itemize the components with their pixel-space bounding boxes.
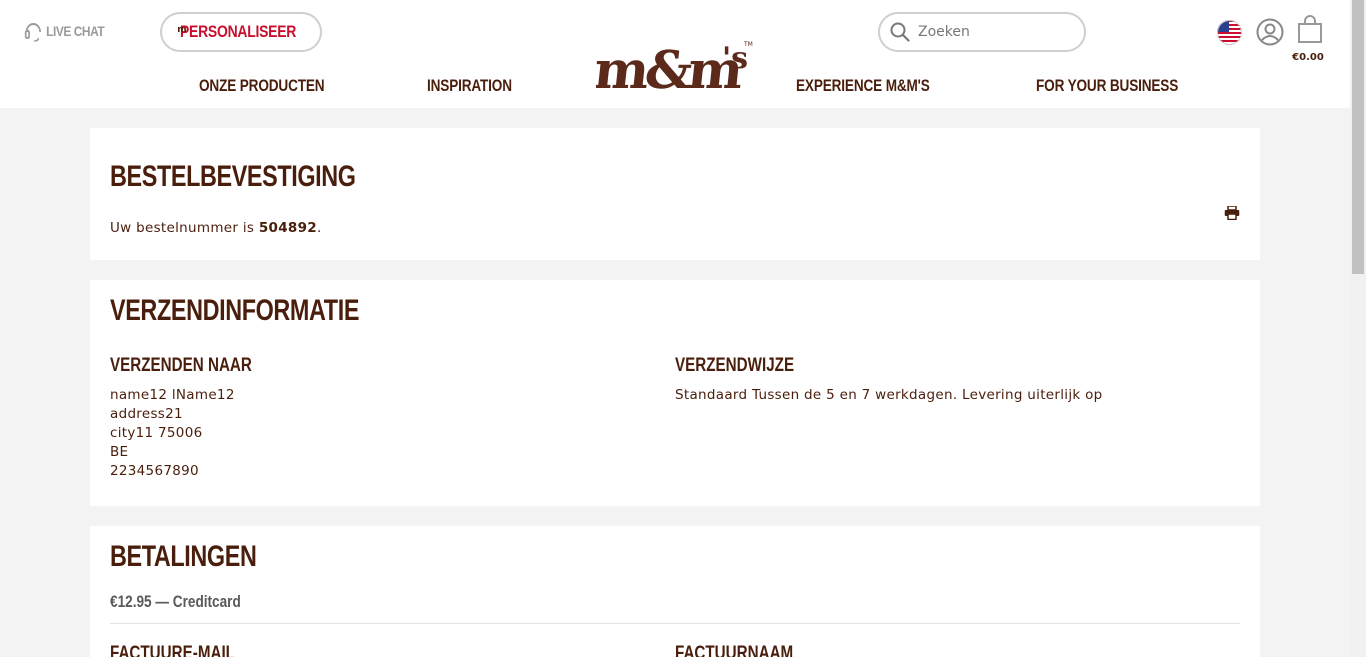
order-number: 504892 — [258, 220, 317, 236]
order-confirmation-card: BESTELBEVESTIGING Uw bestelnummer is 504… — [90, 128, 1260, 260]
site-header: LIVE CHAT m PERSONALISEER m&m 's TM Zoek… — [0, 0, 1350, 108]
ship-to-heading: VERZENDEN NAAR — [110, 355, 252, 376]
page-scrollbar-thumb[interactable] — [1352, 0, 1364, 274]
order-number-text: Uw bestelnummer is 504892. — [110, 219, 322, 238]
ship-to-country: BE — [110, 444, 129, 460]
order-number-prefix: Uw bestelnummer is — [110, 220, 259, 236]
ship-to-address: address21 — [110, 406, 183, 422]
shipping-method-heading: VERZENDWIJZE — [675, 355, 795, 376]
payments-divider — [110, 623, 1240, 624]
badge-letter: m — [177, 25, 187, 35]
live-chat-link[interactable]: LIVE CHAT — [24, 20, 105, 42]
billing-email-heading: FACTUURE-MAIL — [110, 643, 235, 657]
us-flag-icon[interactable] — [1217, 20, 1242, 45]
mms-logo[interactable]: m&m 's TM — [596, 34, 754, 98]
payment-method: Creditcard — [172, 592, 241, 611]
payment-line: €12.95 — Creditcard — [110, 592, 241, 612]
order-number-suffix: . — [316, 220, 322, 236]
svg-text:TM: TM — [743, 41, 753, 48]
shipping-title: VERZENDINFORMATIE — [110, 294, 360, 327]
shopping-bag-icon[interactable] — [1297, 14, 1323, 44]
nav-experience-mms[interactable]: EXPERIENCE M&M'S — [796, 76, 930, 96]
nav-inspiration[interactable]: INSPIRATION — [427, 76, 512, 96]
payment-separator: — — [151, 592, 173, 611]
payments-card: BETALINGEN €12.95 — Creditcard FACTUURE-… — [90, 526, 1260, 657]
confirmation-title: BESTELBEVESTIGING — [110, 160, 356, 193]
search-input[interactable] — [918, 24, 1068, 40]
ship-to-city: city11 75006 — [110, 425, 203, 441]
ship-to-phone: 2234567890 — [110, 463, 199, 479]
search-icon — [890, 22, 910, 42]
live-chat-label: LIVE CHAT — [46, 23, 105, 39]
headset-icon — [24, 23, 41, 42]
personalize-label: PERSONALISEER — [180, 22, 297, 41]
account-icon[interactable] — [1256, 18, 1284, 46]
personalize-button[interactable]: m PERSONALISEER — [160, 12, 322, 52]
nav-for-your-business[interactable]: FOR YOUR BUSINESS — [1036, 76, 1178, 96]
print-icon[interactable] — [1224, 206, 1240, 220]
shipping-method-text: Standaard Tussen de 5 en 7 werkdagen. Le… — [675, 387, 1103, 403]
payments-title: BETALINGEN — [110, 540, 257, 573]
nav-onze-producten[interactable]: ONZE PRODUCTEN — [199, 76, 325, 96]
ship-to-name: name12 lName12 — [110, 387, 235, 403]
shipping-info-card: VERZENDINFORMATIE VERZENDEN NAAR name12 … — [90, 280, 1260, 506]
payment-amount: €12.95 — [110, 592, 152, 611]
search-box[interactable] — [878, 12, 1086, 52]
cart-total[interactable]: €0.00 — [1290, 52, 1326, 63]
billing-name-heading: FACTUURNAAM — [675, 643, 794, 657]
